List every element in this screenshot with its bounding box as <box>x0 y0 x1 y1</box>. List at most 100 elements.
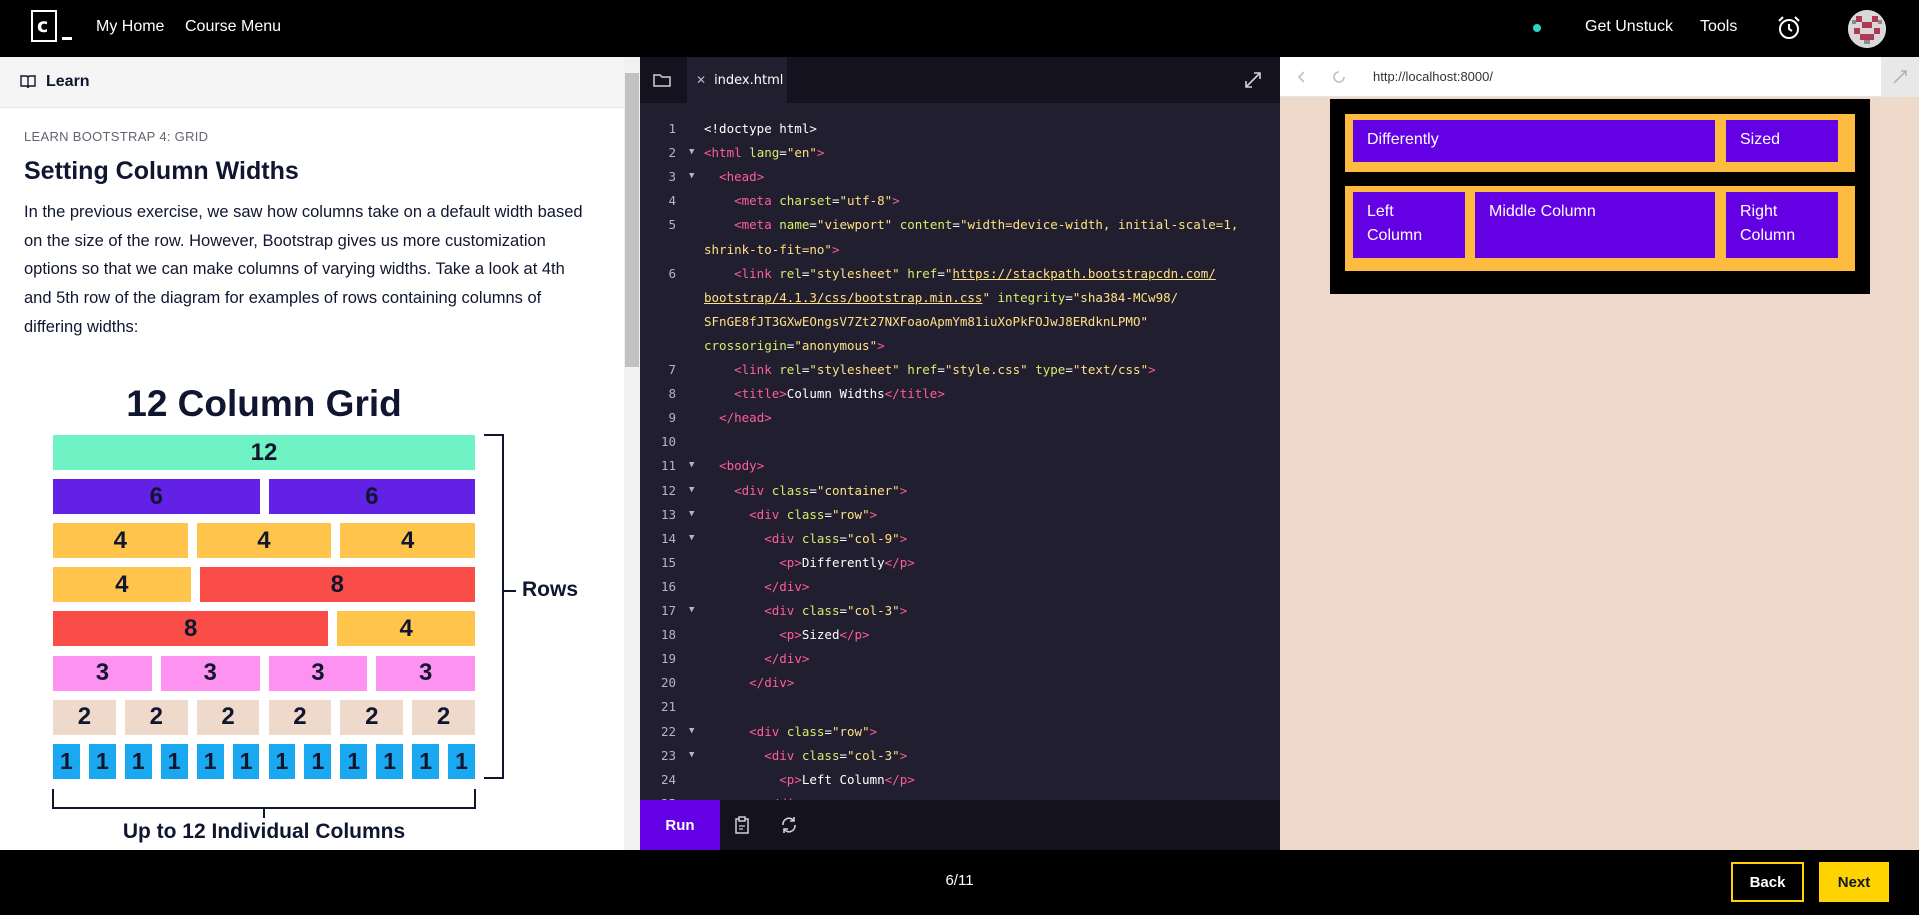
fold-arrow-icon[interactable]: ▼ <box>689 171 694 181</box>
code-line[interactable]: <div class="col-3"> <box>704 603 907 618</box>
alarm-clock-icon[interactable] <box>1776 15 1802 41</box>
line-number: 6 <box>668 265 676 281</box>
grid-cell-6: 6 <box>53 479 260 515</box>
fold-arrow-icon[interactable]: ▼ <box>689 485 694 495</box>
learn-scrollbar-thumb[interactable] <box>625 73 639 367</box>
tab-index-html[interactable]: ✕ index.html <box>687 57 787 103</box>
tab-label: index.html <box>714 72 784 88</box>
code-line[interactable]: <div class="col-9"> <box>704 531 907 546</box>
grid-cell-4: 4 <box>340 523 475 559</box>
code-line[interactable]: <div class="container"> <box>704 483 907 498</box>
url-text[interactable]: http://localhost:8000/ <box>1373 69 1493 84</box>
code-line[interactable]: <body> <box>704 458 764 473</box>
rendered-container: Differently Sized Left Column Middle Col… <box>1330 99 1870 294</box>
grid-cell-3: 3 <box>268 655 368 691</box>
line-number: 14 <box>660 530 676 546</box>
back-arrow-icon[interactable] <box>1294 69 1310 85</box>
rows-bracket-bottom <box>484 777 504 779</box>
code-line[interactable]: shrink-to-fit=no"> <box>704 242 839 257</box>
code-line[interactable]: <div class="row"> <box>704 507 877 522</box>
fold-arrow-icon[interactable]: ▼ <box>689 750 694 760</box>
fold-arrow-icon[interactable]: ▼ <box>689 509 694 519</box>
columns-bracket-right <box>474 789 476 809</box>
learn-header: Learn <box>0 57 639 108</box>
grid-cell-3: 3 <box>53 655 152 691</box>
line-number: 18 <box>660 627 676 643</box>
reset-icon[interactable] <box>779 815 799 835</box>
fold-arrow-icon[interactable]: ▼ <box>689 533 694 543</box>
nav-tools[interactable]: Tools <box>1700 18 1737 36</box>
grid-cell-1: 1 <box>448 743 475 779</box>
code-area[interactable]: 1 <!doctype html> 2 ▼ <html lang="en"> 3 ▼ <he… <box>640 121 1280 800</box>
grid-cell-12: 12 <box>53 435 475 470</box>
line-number: 3 <box>668 169 676 185</box>
logo-letter: c <box>37 15 49 37</box>
code-line[interactable]: crossorigin="anonymous"> <box>704 338 885 353</box>
code-line[interactable]: </div> <box>704 675 794 690</box>
line-number: 23 <box>660 747 676 763</box>
next-button[interactable]: Next <box>1819 862 1889 902</box>
grid-cell-4: 4 <box>196 523 332 559</box>
fold-arrow-icon[interactable]: ▼ <box>689 726 694 736</box>
grid-cell-1: 1 <box>340 743 368 779</box>
fold-arrow-icon[interactable]: ▼ <box>689 605 694 615</box>
code-line[interactable]: <!doctype html> <box>704 121 817 136</box>
grid-cell-1: 1 <box>412 743 440 779</box>
grid-cell-4: 4 <box>53 523 188 559</box>
copy-to-clipboard-icon[interactable] <box>732 815 752 835</box>
avatar[interactable] <box>1848 10 1886 48</box>
open-in-new-window-area <box>1881 57 1919 97</box>
nav-course-menu[interactable]: Course Menu <box>185 18 281 36</box>
code-line[interactable]: </head> <box>704 410 772 425</box>
close-icon[interactable]: ✕ <box>696 73 706 87</box>
line-number: 11 <box>660 458 676 474</box>
code-line[interactable]: <link rel="stylesheet" href="https://sta… <box>704 266 1216 281</box>
line-number: 22 <box>660 723 676 739</box>
code-line[interactable]: bootstrap/4.1.3/css/bootstrap.min.css" i… <box>704 290 1178 305</box>
grid-cell-6: 6 <box>268 479 475 515</box>
nav-get-unstuck[interactable]: Get Unstuck <box>1585 18 1673 36</box>
code-line[interactable]: <meta name="viewport" content="width=dev… <box>704 217 1238 232</box>
code-line[interactable]: <p>Left Column</p> <box>704 772 914 787</box>
code-line[interactable]: <title>Column Widths</title> <box>704 386 945 401</box>
rendered-col-left: Left Column <box>1353 192 1465 258</box>
expand-icon[interactable] <box>1243 70 1263 90</box>
line-number: 24 <box>660 771 676 787</box>
fold-arrow-icon[interactable]: ▼ <box>689 460 694 470</box>
rows-label: Rows <box>522 578 579 601</box>
fold-arrow-icon[interactable]: ▼ <box>689 147 694 157</box>
code-line[interactable]: SFnGE8fJT3GXwEOngsV7Zt27NXFoaoApmYm81iuX… <box>704 314 1148 329</box>
line-number: 1 <box>668 121 676 136</box>
back-button[interactable]: Back <box>1731 862 1804 902</box>
rendered-row-2: Left Column Middle Column Right Column <box>1345 186 1855 271</box>
grid-cell-4: 4 <box>53 567 191 603</box>
grid-cell-2: 2 <box>412 699 475 735</box>
status-dot <box>1533 24 1541 32</box>
line-number: 20 <box>660 675 676 691</box>
code-line[interactable]: <div class="col-3"> <box>704 748 907 763</box>
code-line[interactable]: </div> <box>704 651 809 666</box>
code-line[interactable]: <p>Sized</p> <box>704 627 869 642</box>
codecademy-logo[interactable]: c <box>31 10 73 42</box>
line-number: 5 <box>668 217 676 233</box>
line-number: 10 <box>660 434 676 450</box>
line-number: 2 <box>668 145 676 161</box>
expand-preview-icon[interactable] <box>1892 69 1908 85</box>
nav-my-home[interactable]: My Home <box>96 18 164 36</box>
folder-icon[interactable] <box>652 70 672 90</box>
code-line[interactable]: <head> <box>704 169 764 184</box>
grid-cell-1: 1 <box>160 743 188 779</box>
code-line[interactable]: <html lang="en"> <box>704 145 824 160</box>
line-number: 19 <box>660 651 676 667</box>
code-line[interactable]: <p>Differently</p> <box>704 555 914 570</box>
browser-preview: http://localhost:8000/ Differently Sized… <box>1280 57 1919 850</box>
code-line[interactable]: <div class="row"> <box>704 724 877 739</box>
grid-cell-1: 1 <box>196 743 224 779</box>
code-line[interactable]: </div> <box>704 579 809 594</box>
code-line[interactable]: <meta charset="utf-8"> <box>704 193 900 208</box>
columns-bracket-tick <box>263 808 265 818</box>
run-button[interactable]: Run <box>640 800 720 850</box>
grid-cell-4: 4 <box>337 611 475 647</box>
refresh-icon[interactable] <box>1331 69 1347 85</box>
code-line[interactable]: <link rel="stylesheet" href="style.css" … <box>704 362 1156 377</box>
